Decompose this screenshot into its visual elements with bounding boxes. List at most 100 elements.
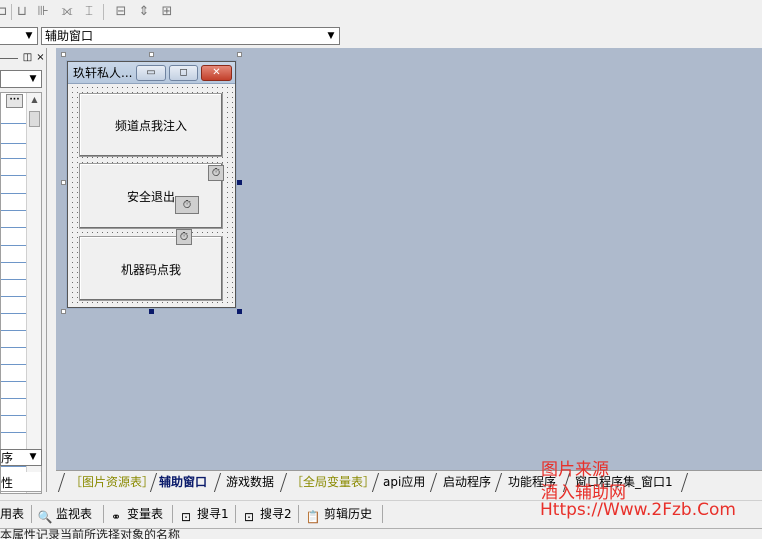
form-titlebar[interactable]: 玖轩私人... ▭ ◻ ✕ — [68, 62, 235, 84]
close-panel-icon[interactable]: × — [35, 52, 46, 63]
watermark-url: Https://Www.2Fzb.Com — [540, 500, 736, 520]
resize-handle[interactable] — [237, 52, 242, 57]
object-combo[interactable]: ▼ — [0, 27, 38, 45]
tab-assist-window[interactable]: 辅助窗口 — [159, 473, 207, 492]
property-row[interactable] — [1, 296, 26, 297]
resize-handle[interactable] — [237, 309, 242, 314]
search1-label: 搜寻1 — [197, 507, 229, 521]
chevron-down-icon[interactable]: ▼ — [324, 29, 338, 43]
clip-history-label: 剪辑历史 — [324, 507, 373, 521]
machine-code-button-label: 机器码点我 — [120, 263, 181, 277]
tab-divider — [279, 473, 288, 492]
tab-divider — [213, 473, 222, 492]
property-row[interactable] — [1, 123, 26, 124]
scroll-up-icon[interactable]: ▲ — [27, 93, 42, 107]
tab-image-resources[interactable]: ［图片资源表］ — [70, 473, 154, 492]
status-text: 本属性记录当前所选择对象的名称 — [0, 528, 181, 539]
resize-handle[interactable] — [149, 309, 154, 314]
resize-handle[interactable] — [61, 180, 66, 185]
property-row[interactable] — [1, 245, 26, 246]
property-row[interactable] — [1, 262, 26, 263]
vertical-space-icon[interactable]: ⇕ — [136, 4, 152, 20]
align-distribute-icon[interactable]: ⊪ — [35, 4, 51, 20]
ellipsis-button[interactable]: ··· — [6, 94, 23, 108]
search2-label: 搜寻2 — [260, 507, 292, 521]
properties-tab-label: 性 — [1, 476, 14, 490]
property-row[interactable] — [1, 279, 26, 280]
property-row[interactable] — [1, 210, 26, 211]
property-row[interactable] — [1, 330, 26, 331]
window-combo[interactable]: 辅助窗口 ▼ — [41, 27, 340, 45]
toolbar-separator — [172, 505, 173, 523]
property-row[interactable] — [1, 364, 26, 365]
safe-exit-button[interactable]: 安全退出 — [79, 163, 223, 229]
magnifier-icon: 🔍 — [37, 510, 53, 524]
property-row[interactable] — [1, 227, 26, 228]
toolbar-separator — [31, 505, 32, 523]
inject-button[interactable]: 频道点我注入 — [79, 93, 223, 157]
same-width-icon[interactable]: ⟗ — [59, 4, 75, 20]
property-row[interactable] — [1, 398, 26, 399]
toolbar-separator — [103, 4, 104, 20]
property-row[interactable] — [1, 175, 26, 176]
restore-panel-icon[interactable]: ◫ — [22, 52, 33, 63]
property-row[interactable] — [1, 381, 26, 382]
align-top-icon[interactable]: ⊔ — [14, 4, 30, 20]
tab-startup[interactable]: 启动程序 — [443, 473, 491, 492]
close-icon[interactable]: ✕ — [201, 65, 232, 81]
timer-icon[interactable]: ⏱ — [175, 196, 199, 214]
variable-table-button[interactable]: ⚭ 变量表 — [108, 505, 164, 524]
call-table-button[interactable]: 用表 — [0, 505, 24, 523]
machine-code-button[interactable]: 机器码点我 — [79, 236, 223, 301]
resize-handle[interactable] — [149, 52, 154, 57]
form-title: 玖轩私人... — [73, 66, 133, 80]
resize-handle[interactable] — [237, 180, 242, 185]
event-combo[interactable]: 序 ▼ — [0, 449, 42, 466]
tab-global-variables[interactable]: ［全局变量表］ — [291, 473, 375, 492]
center-icon[interactable]: ⊞ — [159, 4, 175, 20]
chevron-down-icon[interactable]: ▼ — [26, 72, 40, 86]
property-grid[interactable]: ▲ ▼ — [0, 92, 42, 494]
same-height-icon[interactable]: ⌶ — [81, 4, 97, 20]
search2-button[interactable]: ⊡ 搜寻2 — [241, 505, 292, 524]
search1-button[interactable]: ⊡ 搜寻1 — [178, 505, 229, 524]
property-row[interactable] — [1, 347, 26, 348]
tab-game-data[interactable]: 游戏数据 — [226, 473, 274, 492]
variables-icon: ⚭ — [110, 510, 122, 524]
property-row[interactable] — [1, 193, 26, 194]
variable-table-label: 变量表 — [127, 507, 164, 521]
maximize-icon[interactable]: ◻ — [169, 65, 198, 81]
property-row[interactable] — [1, 143, 26, 144]
vertical-scrollbar[interactable]: ▲ ▼ — [26, 93, 41, 493]
tab-divider — [57, 473, 66, 492]
toolbar-separator — [103, 505, 104, 523]
tab-divider — [494, 473, 503, 492]
minimize-icon[interactable]: ▭ — [136, 65, 166, 81]
inject-button-label: 频道点我注入 — [114, 119, 187, 133]
watch-table-button[interactable]: 🔍 监视表 — [37, 505, 93, 524]
timer-icon[interactable]: ⏱ — [176, 229, 192, 245]
property-row[interactable] — [1, 432, 26, 433]
chevron-down-icon[interactable]: ▼ — [26, 451, 40, 464]
scrollbar-thumb[interactable] — [29, 111, 40, 127]
property-row[interactable] — [1, 158, 26, 159]
properties-tab[interactable]: 性 — [0, 472, 42, 492]
tab-api[interactable]: api应用 — [383, 473, 425, 492]
resize-handle[interactable] — [61, 52, 66, 57]
form-client-area[interactable]: 频道点我注入 安全退出 机器码点我 ⏱ ⏱ ⏱ — [70, 85, 233, 305]
property-row[interactable] — [1, 466, 26, 467]
window-combo-value: 辅助窗口 — [45, 29, 94, 43]
toolbar-separator — [298, 505, 299, 523]
property-row[interactable] — [1, 415, 26, 416]
property-row[interactable] — [1, 313, 26, 314]
form-window[interactable]: 玖轩私人... ▭ ◻ ✕ 频道点我注入 安全退出 机器码点我 ⏱ ⏱ ⏱ — [67, 61, 236, 308]
align-left-icon[interactable]: ⊐ — [0, 4, 10, 20]
timer-icon[interactable]: ⏱ — [208, 165, 224, 181]
toolbar-separator — [382, 505, 383, 523]
chevron-down-icon[interactable]: ▼ — [22, 29, 36, 43]
clip-history-button[interactable]: 📋 剪辑历史 — [305, 505, 373, 524]
property-object-combo[interactable]: ▼ — [0, 70, 42, 88]
horizontal-space-icon[interactable]: ⊟ — [113, 4, 129, 20]
resize-handle[interactable] — [61, 309, 66, 314]
search-window-icon: ⊡ — [180, 510, 192, 524]
